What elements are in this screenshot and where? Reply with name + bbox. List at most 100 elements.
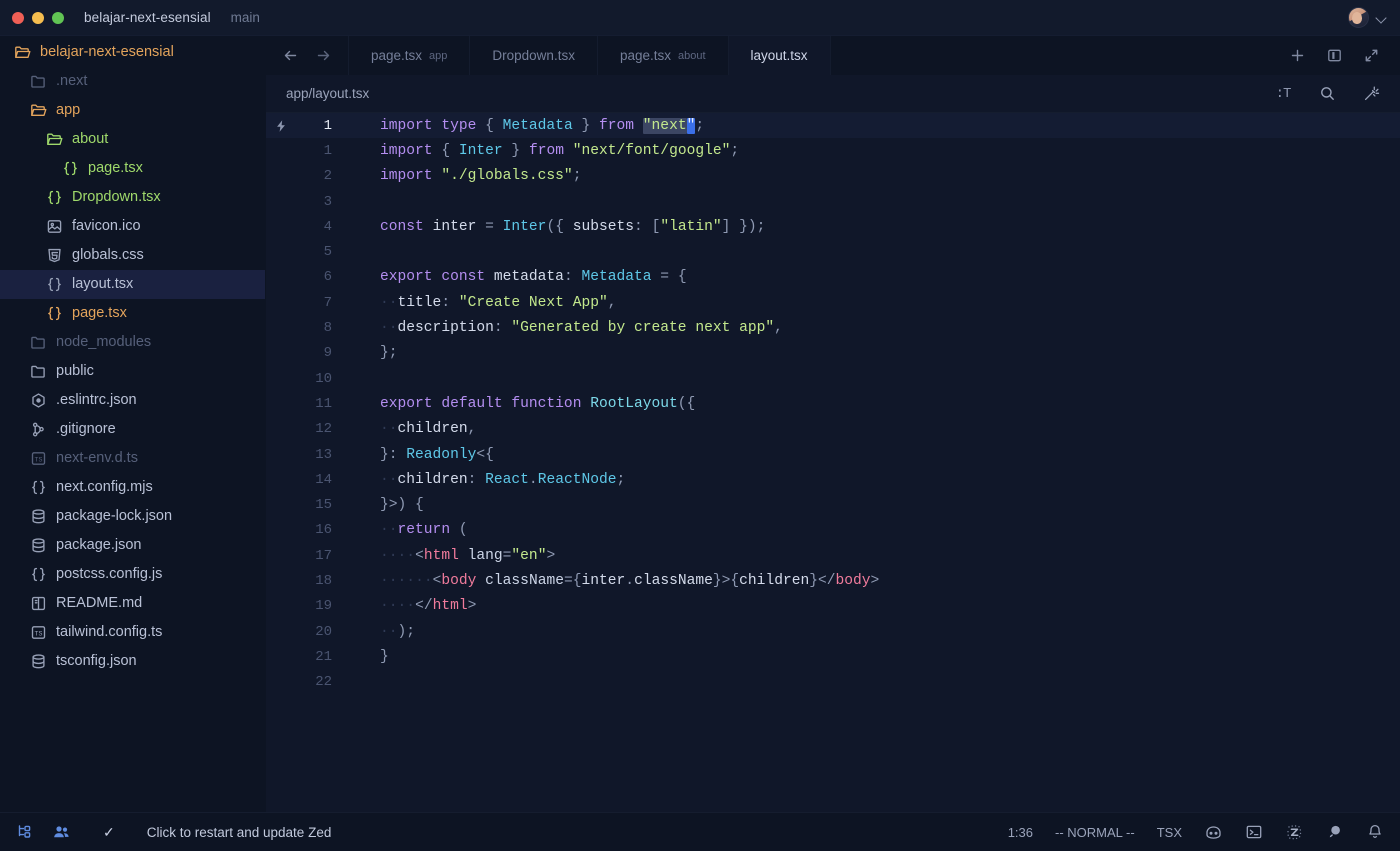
user-avatar[interactable] [1348,7,1369,28]
code-line[interactable]: 6export const metadata: Metadata = { [266,265,1400,290]
tree-item-page-tsx[interactable]: page.tsx [0,154,265,183]
line-number: 4 [296,219,336,235]
tab-sublabel: app [429,50,447,62]
code-line[interactable]: 2import "./globals.css"; [266,164,1400,189]
tree-item-package-lock-json[interactable]: package-lock.json [0,502,265,531]
code-content[interactable]: 1import type { Metadata } from "next";1i… [266,113,1400,695]
expand-icon[interactable] [1363,47,1380,64]
code-line-text: ··children, [336,421,476,437]
tree-item-package-json[interactable]: package.json [0,531,265,560]
plus-icon[interactable] [1289,47,1306,64]
tree-item-next-env-d-ts[interactable]: TSnext-env.d.ts [0,444,265,473]
code-line[interactable]: 14··children: React.ReactNode; [266,467,1400,492]
lightning-bolt-icon[interactable] [266,119,296,133]
tree-item-label: postcss.config.js [56,567,162,582]
tree-item-eslintrc-json[interactable]: .eslintrc.json [0,386,265,415]
tree-item-layout-tsx[interactable]: layout.tsx [0,270,265,299]
arrow-right-icon[interactable] [315,47,332,64]
code-line[interactable]: 10 [266,366,1400,391]
git-branch-label[interactable]: main [231,10,260,25]
status-message[interactable]: Click to restart and update Zed [147,825,332,840]
tree-item-app[interactable]: app [0,96,265,125]
close-window-button[interactable] [12,12,24,24]
window-controls[interactable] [12,12,64,24]
maximize-window-button[interactable] [52,12,64,24]
tree-item-about[interactable]: about [0,125,265,154]
code-line[interactable]: 3 [266,189,1400,214]
code-line[interactable]: 1import type { Metadata } from "next"; [266,113,1400,138]
search-icon[interactable] [1318,85,1336,103]
code-line[interactable]: 15}>) { [266,492,1400,517]
code-line[interactable]: 7··title: "Create Next App", [266,290,1400,315]
folder-icon [30,73,50,90]
file-tree[interactable]: belajar-next-esensial.nextappaboutpage.t… [0,38,265,676]
code-line[interactable]: 16··return ( [266,518,1400,543]
tab-label: page.tsx [620,48,671,63]
code-line[interactable]: 22 [266,670,1400,695]
code-line-text: }>) { [336,497,424,513]
status-left-group: ✓ Click to restart and update Zed [16,823,331,842]
code-line[interactable]: 13}: Readonly<{ [266,442,1400,467]
code-line[interactable]: 21} [266,644,1400,669]
split-pane-icon[interactable] [1326,47,1343,64]
cursor-position[interactable]: 1:36 [1008,825,1033,840]
code-line[interactable]: 18······<body className={inter.className… [266,568,1400,593]
tree-item-readme-md[interactable]: README.md [0,589,265,618]
tab-layout-tsx[interactable]: layout.tsx [728,36,831,75]
code-line[interactable]: 4const inter = Inter({ subsets: ["latin"… [266,214,1400,239]
project-panel[interactable]: belajar-next-esensial.nextappaboutpage.t… [0,36,266,812]
tab-dropdown-tsx[interactable]: Dropdown.tsx [469,36,598,75]
code-editor[interactable]: 1import type { Metadata } from "next";1i… [266,113,1400,812]
tab-bar: page.tsxappDropdown.tsxpage.tsxaboutlayo… [266,36,1400,75]
breadcrumb-actions: :T [1274,85,1380,103]
chat-icon[interactable] [1326,823,1344,841]
tree-item-dropdown-tsx[interactable]: Dropdown.tsx [0,183,265,212]
tree-item-postcss-config-js[interactable]: postcss.config.js [0,560,265,589]
tab-page-tsx-about[interactable]: page.tsxabout [597,36,729,75]
tree-item-tsconfig-json[interactable]: tsconfig.json [0,647,265,676]
tree-item-gitignore[interactable]: .gitignore [0,415,265,444]
zed-ai-icon[interactable] [1285,823,1304,842]
toggle-inlay-hints-button[interactable]: :T [1274,85,1292,103]
code-line[interactable]: 8··description: "Generated by create nex… [266,315,1400,340]
tree-item-public[interactable]: public [0,357,265,386]
tree-item-tailwind-config-ts[interactable]: TStailwind.config.ts [0,618,265,647]
line-number: 18 [296,573,336,589]
code-line[interactable]: 19····</html> [266,594,1400,619]
code-line[interactable]: 20··); [266,619,1400,644]
code-line-text: import "./globals.css"; [336,168,581,184]
tree-item-node-modules[interactable]: node_modules [0,328,265,357]
code-line[interactable]: 11export default function RootLayout({ [266,391,1400,416]
tree-item-globals-css[interactable]: globals.css [0,241,265,270]
code-line[interactable]: 5 [266,239,1400,264]
minimize-window-button[interactable] [32,12,44,24]
arrow-left-icon[interactable] [282,47,299,64]
tab-list[interactable]: page.tsxappDropdown.tsxpage.tsxaboutlayo… [349,36,831,75]
chevron-down-icon[interactable] [1376,12,1388,24]
code-line-text: ····<html lang="en"> [336,548,555,564]
editor-pane: page.tsxappDropdown.tsxpage.tsxaboutlayo… [266,36,1400,812]
project-panel-icon[interactable] [16,823,34,841]
tree-item-favicon-ico[interactable]: favicon.ico [0,212,265,241]
code-line[interactable]: 12··children, [266,417,1400,442]
language-indicator[interactable]: TSX [1157,825,1182,840]
tab-page-tsx-app[interactable]: page.tsxapp [348,36,470,75]
tab-actions [1269,36,1400,75]
code-line[interactable]: 9}; [266,341,1400,366]
image-icon [46,218,66,235]
tree-item-page-tsx[interactable]: page.tsx [0,299,265,328]
breadcrumb[interactable]: app/layout.tsx [286,86,369,101]
collaborators-icon[interactable] [52,823,71,842]
bell-icon[interactable] [1366,823,1384,841]
line-number: 14 [296,472,336,488]
terminal-icon[interactable] [1245,823,1263,841]
checkmark-icon: ✓ [103,824,115,841]
tree-item-next[interactable]: .next [0,67,265,96]
code-line[interactable]: 17····<html lang="en"> [266,543,1400,568]
folder-open-icon [46,131,66,148]
tree-item-next-config-mjs[interactable]: next.config.mjs [0,473,265,502]
tree-item-belajar-next-esensial[interactable]: belajar-next-esensial [0,38,265,67]
magic-wand-icon[interactable] [1362,85,1380,103]
code-line[interactable]: 1import { Inter } from "next/font/google… [266,138,1400,163]
copilot-icon[interactable] [1204,823,1223,842]
